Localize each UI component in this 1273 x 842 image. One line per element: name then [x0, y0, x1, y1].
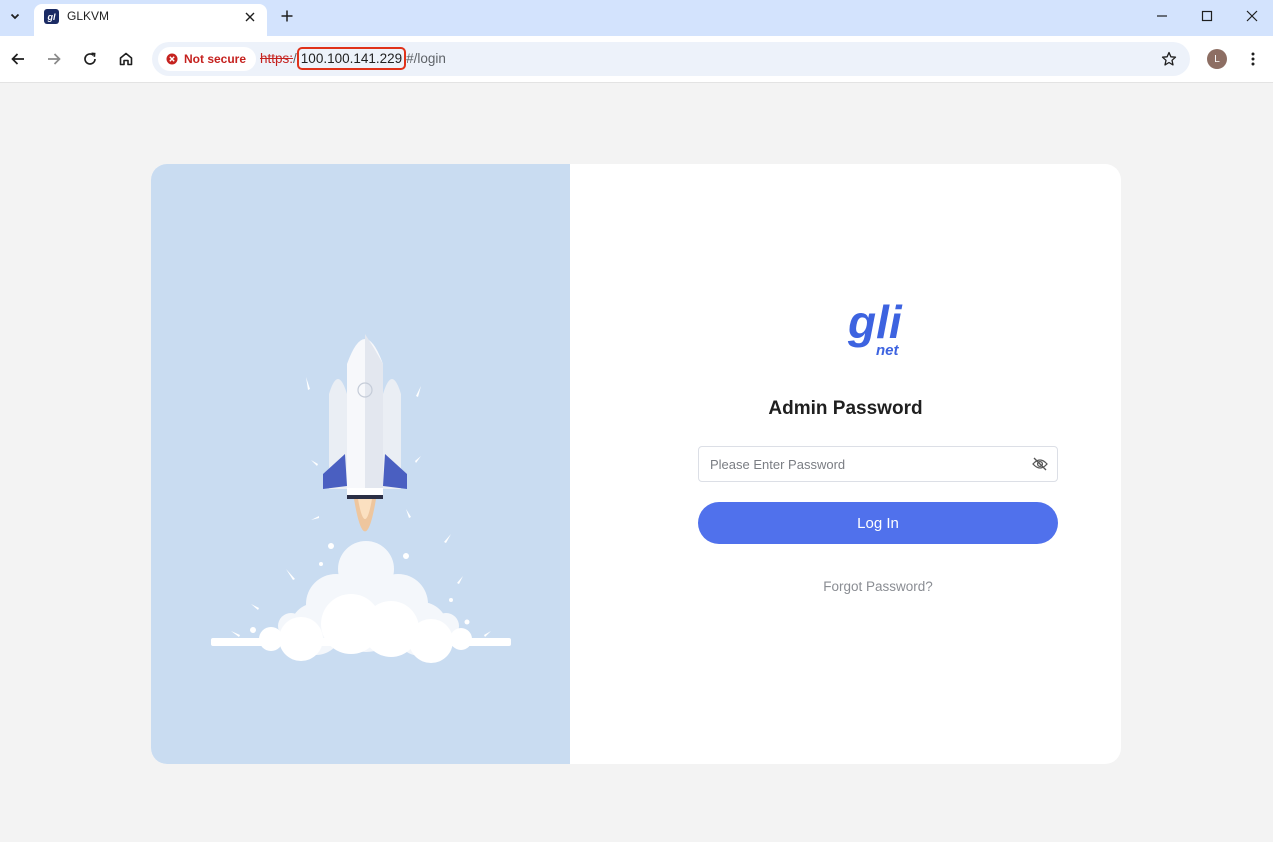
home-button[interactable]: [115, 48, 137, 70]
security-chip[interactable]: Not secure: [158, 47, 257, 71]
close-icon: [245, 12, 255, 22]
forgot-password-link[interactable]: Forgot Password?: [698, 579, 1058, 594]
tab-search-button[interactable]: [4, 5, 26, 27]
kebab-icon: [1251, 52, 1255, 66]
url-scheme: https:: [260, 51, 294, 66]
address-bar[interactable]: Not secure https:/100.100.141.229 #/login: [152, 42, 1190, 76]
browser-toolbar: Not secure https:/100.100.141.229 #/login…: [0, 36, 1273, 83]
maximize-button[interactable]: [1196, 6, 1218, 26]
close-icon: [1246, 10, 1258, 22]
star-icon: [1161, 51, 1177, 66]
password-input[interactable]: [699, 447, 1030, 481]
tab-favicon: gl: [44, 9, 59, 24]
url-text[interactable]: https:/100.100.141.229 #/login: [260, 47, 446, 70]
login-form: gli net Admin Password Log In Forgot Pas…: [570, 164, 1121, 764]
warning-icon: [166, 53, 178, 65]
login-button[interactable]: Log In: [698, 502, 1058, 544]
url-path: #/login: [406, 51, 446, 66]
eye-off-icon[interactable]: [1032, 457, 1048, 471]
minimize-icon: [1157, 15, 1167, 17]
profile-avatar[interactable]: L: [1207, 49, 1227, 69]
home-icon: [119, 52, 133, 66]
page-title: Admin Password: [768, 398, 923, 419]
active-tab[interactable]: gl GLKVM: [34, 4, 267, 36]
tab-close-button[interactable]: [241, 8, 259, 26]
plus-icon: [281, 10, 293, 22]
security-label: Not secure: [184, 52, 247, 66]
window-close-button[interactable]: [1241, 6, 1263, 26]
rocket-illustration: [211, 334, 511, 663]
svg-text:net: net: [876, 342, 900, 358]
bookmark-button[interactable]: [1160, 50, 1178, 68]
illustration-panel: [151, 164, 570, 764]
glinet-logo: gli net: [846, 294, 916, 359]
arrow-right-icon: [48, 53, 61, 65]
minimize-button[interactable]: [1151, 6, 1173, 26]
new-tab-button[interactable]: [277, 6, 297, 26]
login-card: gli net Admin Password Log In Forgot Pas…: [151, 164, 1121, 764]
back-button[interactable]: [7, 48, 29, 70]
browser-menu-button[interactable]: [1244, 49, 1262, 69]
forward-button[interactable]: [43, 48, 65, 70]
chevron-down-icon: [10, 13, 20, 20]
tab-title: GLKVM: [67, 9, 110, 23]
arrow-left-icon: [11, 53, 24, 65]
svg-text:gli: gli: [847, 296, 903, 348]
tab-strip: gl GLKVM: [0, 0, 1273, 36]
password-field[interactable]: [698, 446, 1058, 482]
url-host-highlighted: 100.100.141.229: [296, 47, 407, 70]
reload-button[interactable]: [79, 48, 101, 70]
maximize-icon: [1201, 10, 1213, 22]
reload-icon: [84, 52, 96, 65]
